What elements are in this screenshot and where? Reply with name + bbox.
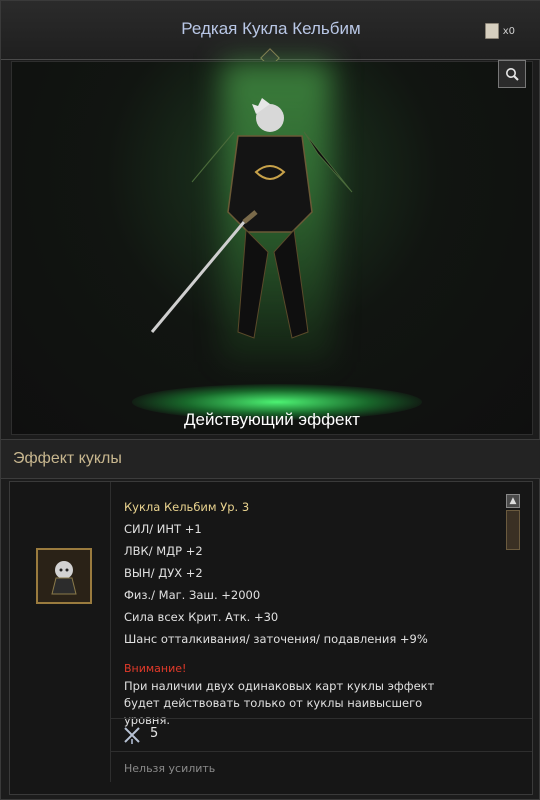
- stat-line: Сила всех Крит. Атк. +30: [124, 610, 279, 624]
- section-title: Эффект куклы: [13, 450, 122, 467]
- cannot-enhance-label: Нельзя усилить: [124, 762, 216, 775]
- crossed-swords-icon: [124, 727, 140, 744]
- doll-window: Редкая Кукла Кельбим x0 Действующий эффе…: [0, 0, 540, 800]
- doll-effect-header: Эффект куклы: [1, 439, 540, 479]
- scroll-thumb[interactable]: [506, 510, 520, 550]
- arrow-up-icon[interactable]: ▲: [506, 494, 520, 508]
- scrollbar[interactable]: ▲: [506, 494, 520, 552]
- stat-line: ЛВК/ МДР +2: [124, 544, 203, 558]
- warning-label: Внимание!: [124, 662, 187, 675]
- window-title: Редкая Кукла Кельбим: [181, 19, 361, 38]
- doll-showcase: Действующий эффект: [11, 60, 533, 435]
- stat-line: Физ./ Маг. Заш. +2000: [124, 588, 261, 602]
- card-counter: x0: [484, 23, 515, 39]
- kelbim-portrait-icon: [51, 561, 77, 595]
- kelbim-doll-figure: [150, 98, 353, 339]
- doll-stats: Кукла Кельбим Ур. 3 СИЛ/ ИНТ +1 ЛВК/ МДР…: [124, 496, 504, 729]
- effect-detail-panel: Кукла Кельбим Ур. 3 СИЛ/ ИНТ +1 ЛВК/ МДР…: [9, 481, 533, 795]
- enhance-row: 5: [110, 718, 532, 752]
- card-stack-icon: [484, 23, 499, 39]
- card-count: x0: [502, 25, 515, 37]
- active-effect-label: Действующий эффект: [184, 410, 360, 429]
- stat-line: СИЛ/ ИНТ +1: [124, 522, 202, 536]
- stat-line: ВЫН/ ДУХ +2: [124, 566, 203, 580]
- doll-thumbnail[interactable]: [36, 548, 92, 604]
- title-bar: Редкая Кукла Кельбим x0: [1, 1, 540, 68]
- enhance-count: 5: [150, 726, 159, 741]
- doll-name: Кукла Кельбим Ур. 3: [124, 500, 250, 514]
- stat-line: Шанс отталкивания/ заточения/ подавления…: [124, 632, 428, 646]
